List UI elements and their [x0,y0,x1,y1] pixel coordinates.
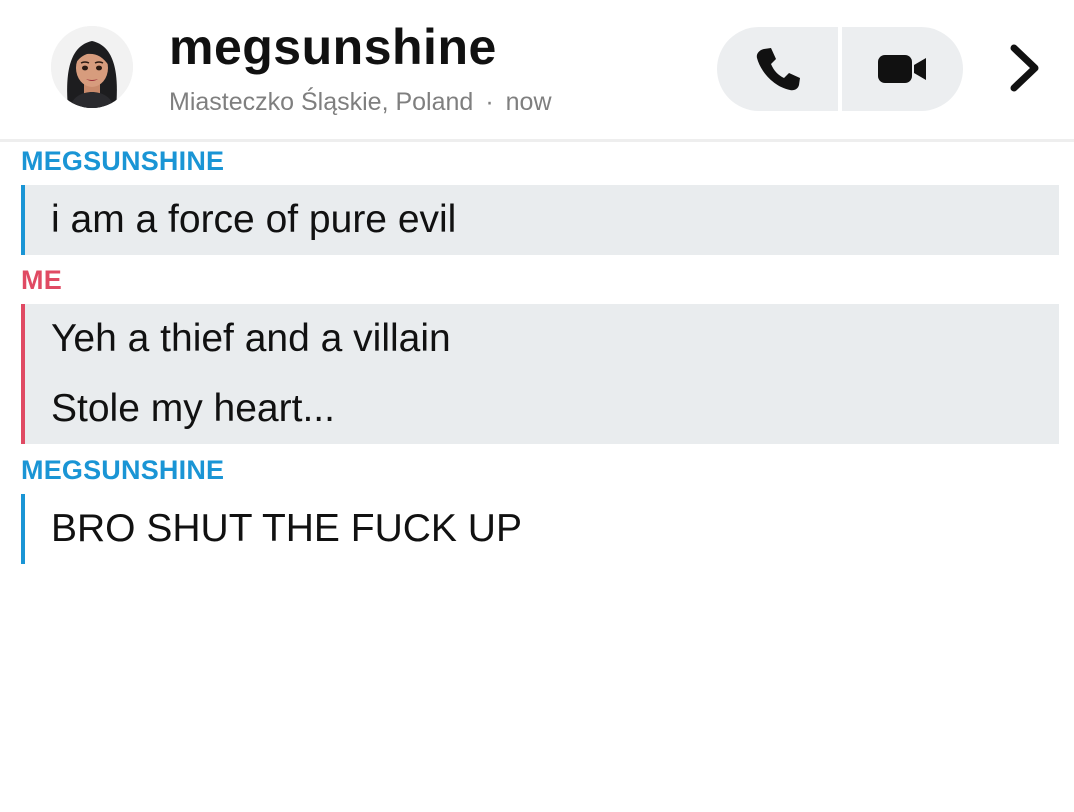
call-button-group [717,27,963,111]
message-block[interactable]: BRO SHUT THE FUCK UP [21,494,1059,564]
message-block[interactable]: Yeh a thief and a villain Stole my heart… [21,304,1059,444]
separator-dot: · [485,88,494,116]
message-text: Yeh a thief and a villain [51,317,451,360]
message-text: Stole my heart... [51,387,335,430]
avatar[interactable] [51,26,133,108]
timestamp: now [505,88,552,116]
chat-header: megsunshine Miasteczko Śląskie, Poland · n… [0,0,1074,142]
sender-label: MEGSUNSHINE [21,455,225,485]
contact-status-line: Miasteczko Śląskie, Poland · now [169,86,552,118]
sender-label: MEGSUNSHINE [21,146,225,176]
message-text: i am a force of pure evil [51,198,457,241]
location-text: Miasteczko Śląskie, Poland [169,88,474,116]
bitmoji-avatar-icon [51,26,133,108]
video-camera-icon [877,55,926,83]
chevron-right-icon [1010,44,1039,92]
video-call-button[interactable] [842,27,963,111]
voice-call-button[interactable] [717,27,838,111]
sender-label: ME [21,265,62,295]
contact-name[interactable]: megsunshine [169,16,497,78]
message-block[interactable]: i am a force of pure evil [21,185,1059,255]
phone-icon [756,48,800,91]
open-profile-button[interactable] [1002,44,1046,92]
message-text: BRO SHUT THE FUCK UP [51,507,522,550]
